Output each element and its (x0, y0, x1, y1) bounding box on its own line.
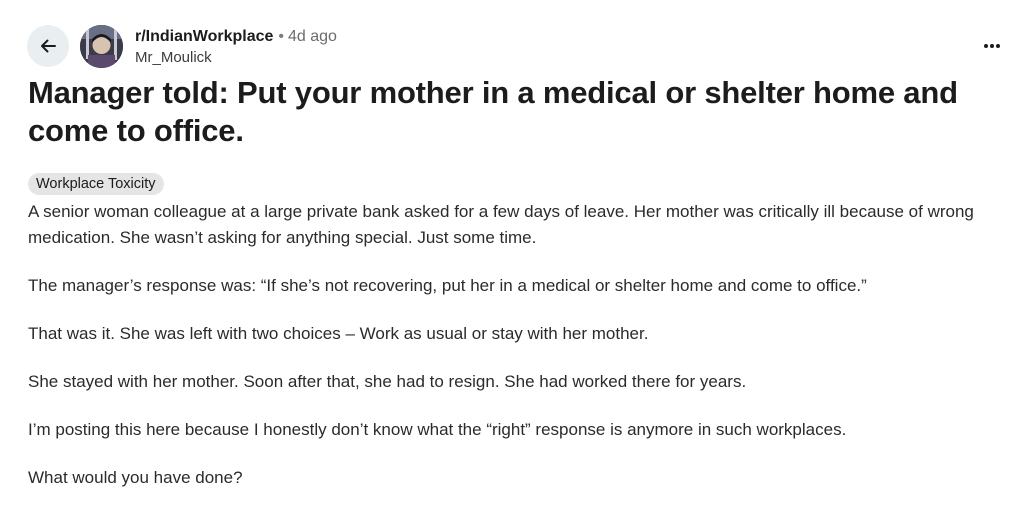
arrow-left-icon (41, 39, 56, 53)
avatar-image (80, 25, 123, 68)
more-horizontal-icon (984, 44, 1000, 48)
post-age: 4d ago (288, 28, 337, 45)
post-paragraph: The manager’s response was: “If she’s no… (28, 276, 867, 295)
post-paragraph: A senior woman colleague at a large priv… (28, 202, 974, 247)
post-body: A senior woman colleague at a large priv… (28, 199, 1003, 513)
back-button[interactable] (27, 25, 69, 67)
subreddit-link[interactable]: r/IndianWorkplace (135, 28, 273, 45)
post-paragraph: I’m posting this here because I honestly… (28, 420, 847, 439)
post-paragraph: She stayed with her mother. Soon after t… (28, 372, 747, 391)
post-title: Manager told: Put your mother in a medic… (28, 75, 958, 148)
author-link[interactable]: Mr_Moulick (135, 49, 212, 67)
meta-separator: • (278, 28, 285, 45)
more-options-button[interactable] (978, 34, 1006, 58)
post-paragraph: That was it. She was left with two choic… (28, 324, 649, 343)
post-paragraph: What would you have done? (28, 468, 243, 487)
post-flair[interactable]: Workplace Toxicity (28, 173, 164, 195)
avatar[interactable] (80, 25, 123, 68)
post-meta: r/IndianWorkplace • 4d ago (135, 27, 337, 47)
